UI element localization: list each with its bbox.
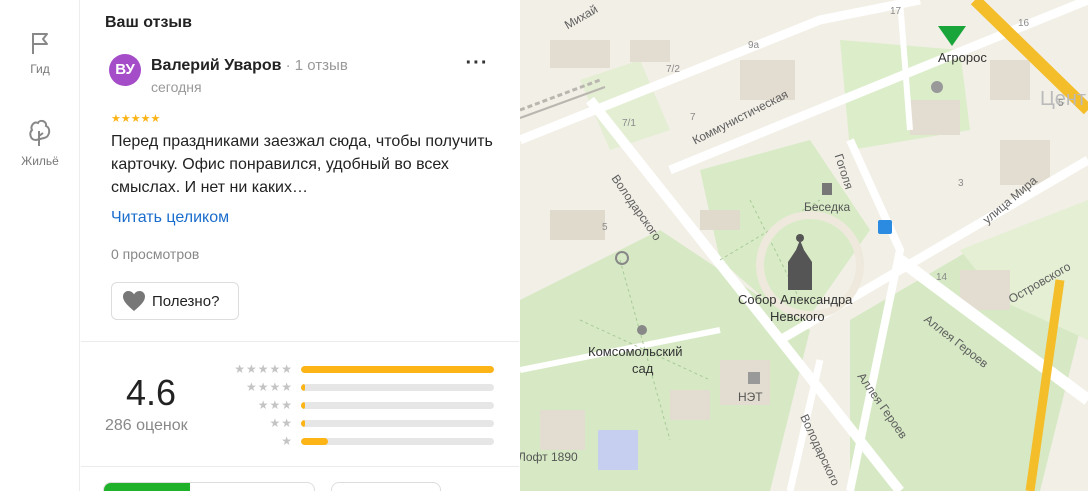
bar-track [301,438,494,445]
bar-track [301,366,494,373]
map-label-agroros[interactable]: Агророс [938,50,987,65]
bar-track [301,384,494,391]
useful-button[interactable]: Полезно? [111,282,239,320]
route-button-fill [104,483,190,491]
bar-fill [301,402,305,409]
rating-value: 4.6 [126,372,177,413]
tree-icon [29,119,51,146]
rating-bar-row: ★★ [219,415,499,433]
bar-fill [301,438,329,445]
review-panel: Ваш отзыв ВУ Валерий Уваров · 1 отзыв се… [81,0,519,491]
map-house-number: 14 [936,272,948,283]
bar-stars-label: ★★★★ [245,380,293,394]
rail-guide-label: Гид [30,62,50,76]
map-house-number: 5 [602,222,608,233]
flag-icon [32,33,48,54]
bar-track [301,402,494,409]
side-rail: Гид Жильё [0,0,80,491]
rail-item-guide[interactable]: Гид [0,30,80,76]
bar-stars-label: ★★ [269,416,293,430]
useful-label: Полезно? [152,292,220,310]
map-house-number: 16 [1018,18,1030,29]
bar-track [301,420,494,427]
map-label-loft[interactable]: Лофт 1890 [520,450,578,464]
rating-bar-row: ★★★★★ [219,361,499,379]
heart-icon [123,291,145,311]
app-root: Гид Жильё Ваш отзыв ВУ Валерий Уваров · … [0,0,1088,491]
map-label-besedka[interactable]: Беседка [804,200,850,214]
map-label-net[interactable]: НЭТ [738,390,763,404]
review-date: сегодня [151,79,202,95]
more-icon: ··· [465,52,489,74]
author-name[interactable]: Валерий Уваров [151,57,281,74]
rating-bar-row: ★ [219,433,499,451]
map-label-komsomolsky-line2: сад [632,361,654,376]
bar-fill [301,420,305,427]
secondary-button[interactable] [331,482,441,491]
map-house-number: 9а [748,40,760,51]
bar-stars-label: ★ [281,434,293,448]
bar-fill [301,384,305,391]
views-count: 0 просмотров [111,246,200,262]
divider [81,341,519,342]
section-title: Ваш отзыв [105,14,192,31]
rail-housing-label: Жильё [21,154,59,168]
rail-item-housing[interactable]: Жильё [0,118,80,168]
map-house-number: 17 [890,6,902,17]
rating-distribution: ★★★★★ ★★★★ ★★★ ★★ ★ [219,361,499,451]
map-label-komsomolsky-line1[interactable]: Комсомольский [588,344,683,359]
map-label-sobor-line2: Невского [770,309,825,324]
map-house-number: 7 [690,112,696,123]
read-more-link[interactable]: Читать целиком [111,209,229,227]
author-review-count: · 1 отзыв [281,57,348,74]
map-label-sobor-line1[interactable]: Собор Александра [738,292,852,307]
map-house-number: 7/2 [666,64,680,75]
divider [81,466,519,467]
author-line: Валерий Уваров · 1 отзыв [151,57,348,75]
rating-count: 286 оценок [105,417,188,434]
map-house-number: 3 [958,178,964,189]
route-button[interactable] [103,482,315,491]
bar-stars-label: ★★★ [257,398,293,412]
rating-bar-row: ★★★★ [219,379,499,397]
bar-stars-label: ★★★★★ [234,362,293,376]
rating-bar-row: ★★★ [219,397,499,415]
bar-fill [301,366,494,373]
review-stars: ★★★★★ [111,113,161,125]
map-house-number: 5 [1058,98,1064,109]
review-text: Перед праздниками заезжал сюда, чтобы по… [111,133,493,196]
more-options-button[interactable]: ··· [463,53,491,78]
map-view[interactable]: Агророс Цент Коммунистическая Гоголя Вол… [520,0,1088,491]
map-house-number: 7/1 [622,118,636,129]
avatar[interactable]: ВУ [109,54,141,86]
